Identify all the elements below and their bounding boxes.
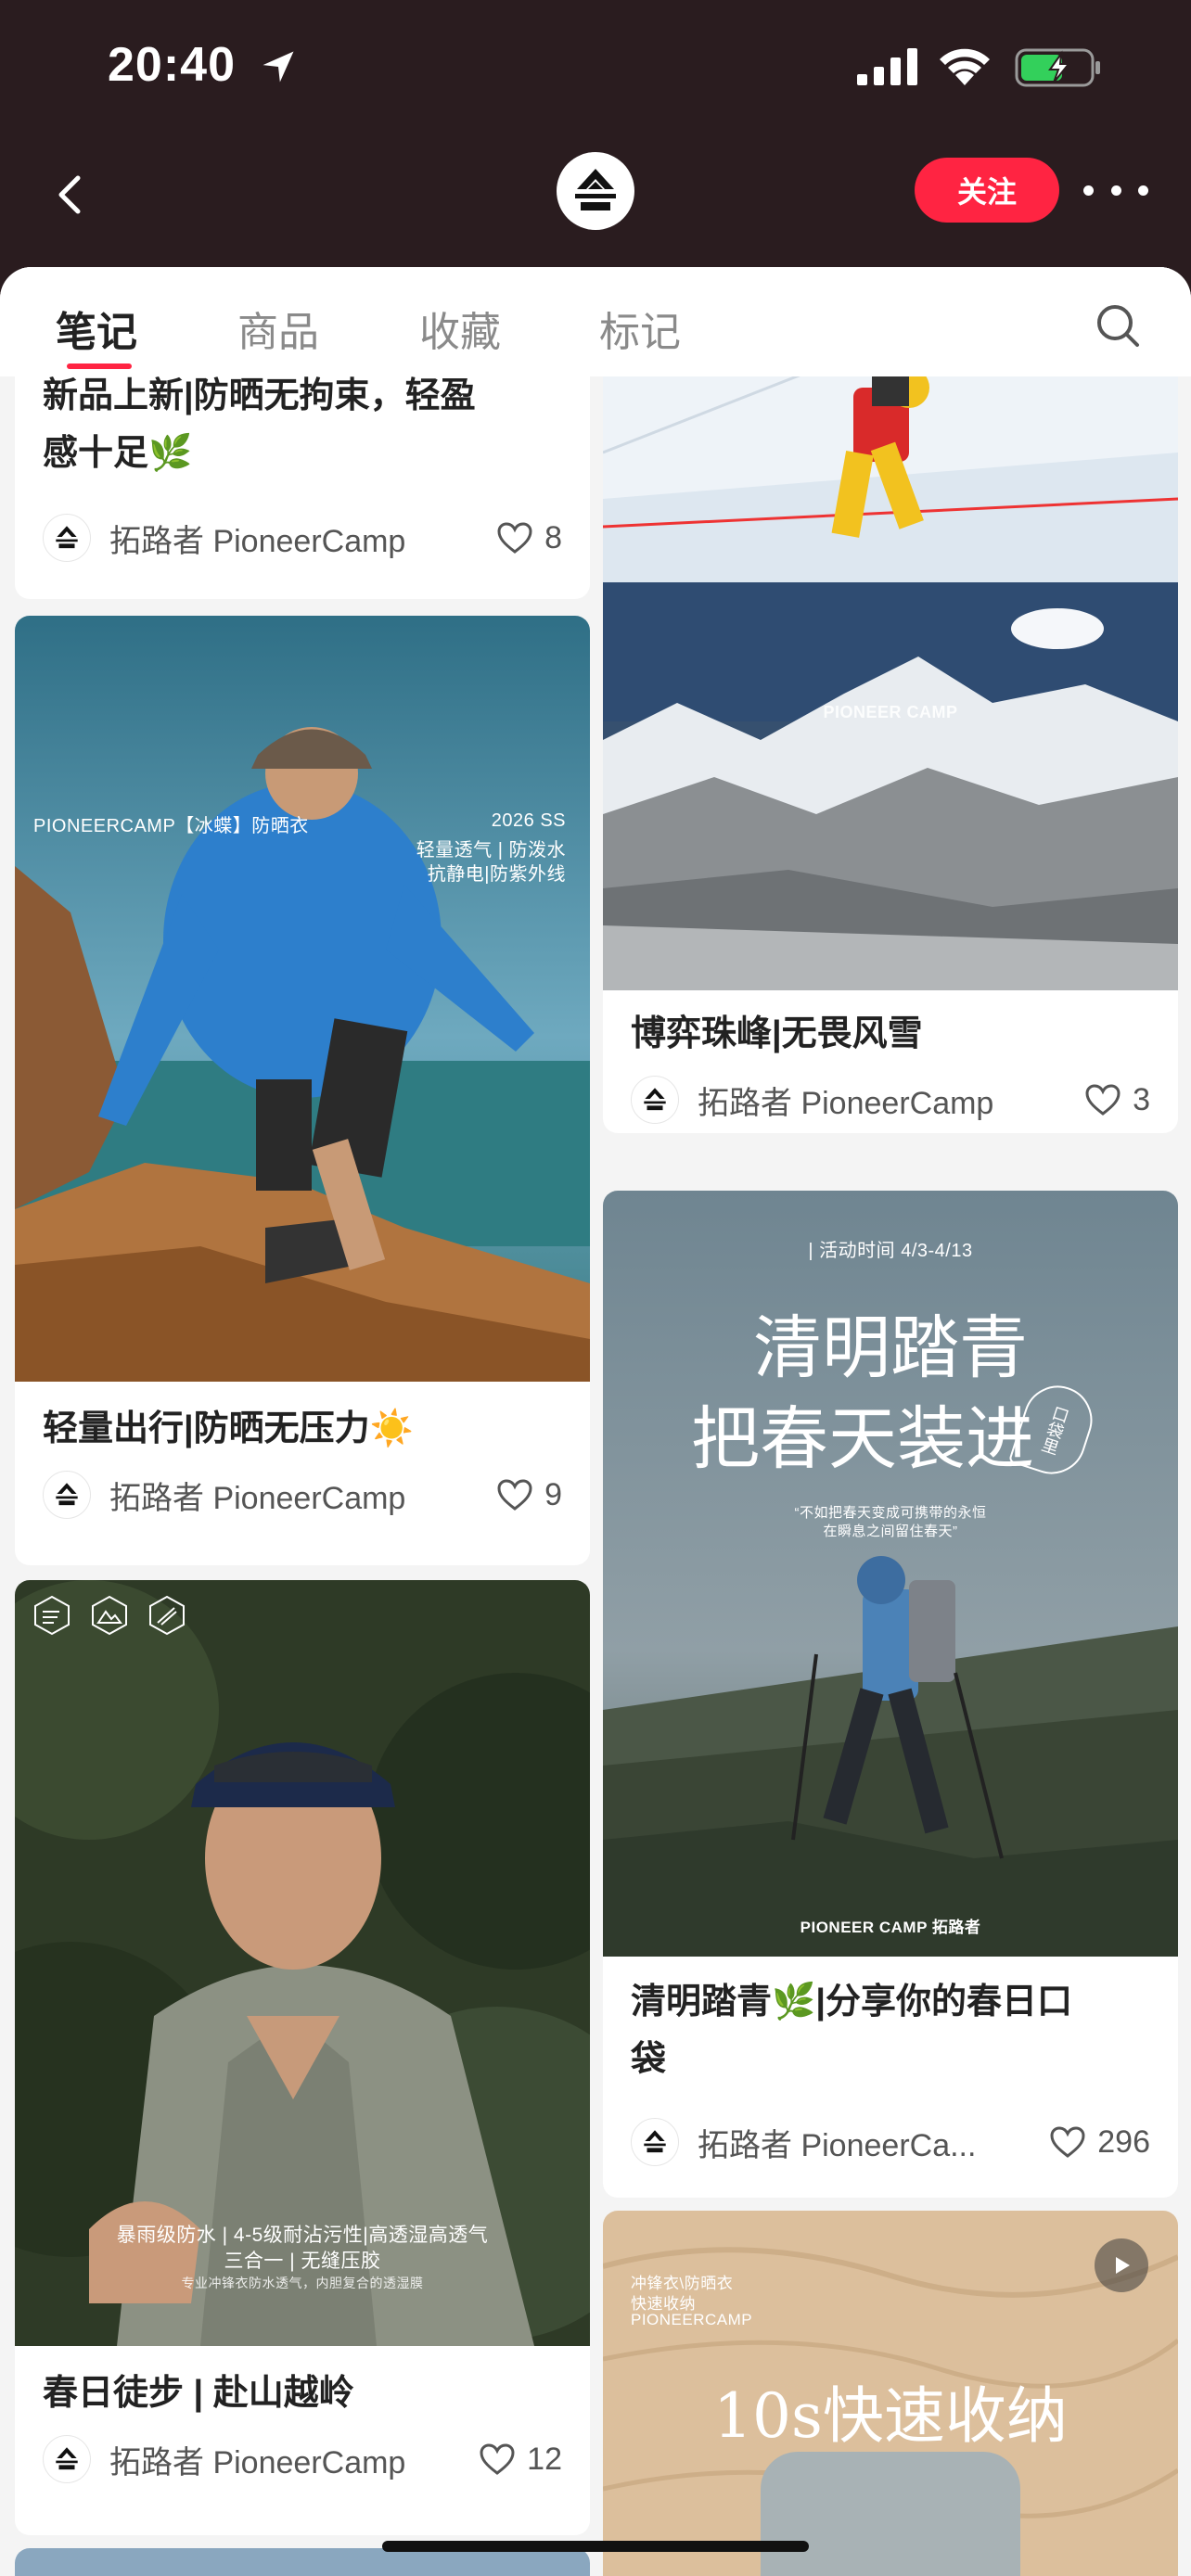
like-button[interactable]: 9 <box>496 1477 562 1513</box>
tab-favorites[interactable]: 收藏 <box>419 299 501 358</box>
note-card[interactable]: PIONEER CAMP 博弈珠峰|无畏风雪 拓路者 PioneerCamp 3 <box>603 267 1178 1133</box>
heart-icon <box>1085 1084 1121 1116</box>
location-arrow-icon <box>263 51 294 83</box>
note-cover-photo <box>15 616 590 1382</box>
like-count: 9 <box>544 1476 562 1512</box>
image-caption: 轻量透气 | 防泼水 <box>416 840 566 861</box>
author-name[interactable]: 拓路者 PioneerCamp <box>698 1078 1075 1123</box>
note-title-line: 清明踏青🌿|分享你的春日口 <box>631 1983 1072 2021</box>
image-caption: PIONEERCAMP【冰蝶】防晒衣 <box>33 816 309 836</box>
note-card[interactable]: PIONEERCAMP【冰蝶】防晒衣 2026 SS 轻量透气 | 防泼水 抗静… <box>15 616 590 1565</box>
image-watermark: PIONEER CAMP <box>823 703 958 721</box>
author-name[interactable]: 拓路者 PioneerCamp <box>109 2437 469 2482</box>
notes-feed: 笔记 商品 收藏 标记 新品上新|防晒无拘束，轻盈 感十足🌿 拓路者 Pione… <box>0 267 1191 2576</box>
note-title: 博弈珠峰|无畏风雪 <box>631 1014 923 1053</box>
image-caption: | 活动时间 4/3-4/13 <box>808 1241 973 1261</box>
note-meta: 拓路者 PioneerCamp 3 <box>631 1076 1150 1124</box>
status-bar: 20:40 <box>0 0 1191 139</box>
author-name[interactable]: 拓路者 PioneerCa... <box>698 2120 1040 2165</box>
brand-logo[interactable] <box>557 152 634 230</box>
note-meta: 拓路者 PioneerCa... 296 <box>631 2118 1150 2166</box>
like-button[interactable]: 8 <box>496 520 562 556</box>
more-options-icon[interactable] <box>1083 167 1148 213</box>
pioneercamp-logo-icon <box>575 169 616 210</box>
note-meta: 拓路者 PioneerCamp 12 <box>43 2435 562 2483</box>
play-icon <box>1116 2257 1130 2274</box>
home-indicator[interactable] <box>382 2541 809 2552</box>
like-count: 12 <box>527 2441 562 2477</box>
like-count: 8 <box>544 519 562 555</box>
avatar[interactable] <box>43 514 91 562</box>
image-caption: 专业冲锋衣防水透气，内胆复合的透湿膜 <box>181 2276 424 2290</box>
image-caption: 暴雨级防水 | 4-5级耐沾污性|高透湿高透气 <box>116 2225 489 2246</box>
mountain-badge-icon <box>92 1595 127 1636</box>
note-card[interactable] <box>15 2548 590 2576</box>
like-button[interactable]: 296 <box>1049 2124 1150 2161</box>
note-title: 新品上新|防晒无拘束，轻盈 感十足🌿 <box>15 367 504 482</box>
avatar[interactable] <box>43 1471 91 1519</box>
heart-icon <box>480 2443 515 2475</box>
like-button[interactable]: 3 <box>1084 1082 1150 1118</box>
image-caption: 三合一 | 无缝压胶 <box>224 2251 381 2272</box>
image-caption: “不如把春天变成可携带的永恒 <box>794 1505 987 1521</box>
image-headline: 10s快速收纳 <box>713 2380 1068 2452</box>
cellular-signal-icon <box>857 48 917 85</box>
image-caption: 2026 SS <box>491 810 566 831</box>
battery-charging-icon <box>1015 48 1100 87</box>
like-count: 296 <box>1097 2123 1150 2160</box>
pioneercamp-logo-icon <box>56 526 78 549</box>
heart-icon <box>1050 2126 1085 2158</box>
note-image: | 活动时间 4/3-4/13 清明踏青 把春天装进 口袋里 “不如把春天变成可… <box>603 1191 1178 1957</box>
layers-badge-icon <box>149 1595 185 1636</box>
note-image <box>15 2548 590 2576</box>
video-play-icon[interactable] <box>1095 2238 1148 2292</box>
image-headline: 清明踏青 <box>753 1308 1028 1388</box>
active-tab-indicator <box>67 363 132 369</box>
avatar[interactable] <box>631 1076 679 1124</box>
profile-header: 关注 <box>0 139 1191 269</box>
note-image: PIONEERCAMP【冰蝶】防晒衣 2026 SS 轻量透气 | 防泼水 抗静… <box>15 616 590 1382</box>
wifi-icon <box>940 48 990 85</box>
tab-marked[interactable]: 标记 <box>599 299 681 358</box>
pioneercamp-logo-icon <box>644 1088 666 1111</box>
heart-icon <box>497 1479 532 1511</box>
image-watermark: PIONEER CAMP 拓路者 <box>800 1919 981 1936</box>
status-time: 20:40 <box>108 38 236 92</box>
avatar[interactable] <box>631 2118 679 2166</box>
image-caption: PIONEERCAMP <box>631 2311 753 2328</box>
like-count: 3 <box>1133 1081 1150 1117</box>
image-caption: 在瞬息之间留住春天” <box>823 1524 958 1539</box>
heart-icon <box>497 522 532 554</box>
pocket-label: 口袋里 <box>1038 1403 1071 1457</box>
note-meta: 拓路者 PioneerCamp 9 <box>43 1471 562 1519</box>
profile-tabs: 笔记 商品 收藏 标记 <box>0 267 1191 376</box>
wind-badge-icon <box>34 1595 70 1636</box>
note-card[interactable]: 暴雨级防水 | 4-5级耐沾污性|高透湿高透气 三合一 | 无缝压胶 专业冲锋衣… <box>15 1580 590 2535</box>
image-caption: 抗静电|防紫外线 <box>427 864 566 885</box>
pioneercamp-logo-icon <box>56 1483 78 1506</box>
note-title: 清明踏青🌿|分享你的春日口 袋 <box>603 1973 1100 2088</box>
note-image: 暴雨级防水 | 4-5级耐沾污性|高透湿高透气 三合一 | 无缝压胶 专业冲锋衣… <box>15 1580 590 2346</box>
note-title-line: 袋 <box>631 2040 667 2079</box>
note-card[interactable]: 冲锋衣\防晒衣 快速收纳 PIONEERCAMP 10s快速收纳 <box>603 2211 1178 2576</box>
back-chevron-icon[interactable] <box>43 167 98 223</box>
pioneercamp-logo-icon <box>644 2130 666 2153</box>
pioneercamp-logo-icon <box>56 2447 78 2470</box>
like-button[interactable]: 12 <box>479 2442 562 2478</box>
note-title: 轻量出行|防晒无压力☀️ <box>43 1409 414 1448</box>
note-title: 春日徒步 | 赴山越岭 <box>43 2374 354 2413</box>
tab-notes[interactable]: 笔记 <box>56 299 137 358</box>
avatar[interactable] <box>43 2435 91 2483</box>
note-image: 冲锋衣\防晒衣 快速收纳 PIONEERCAMP 10s快速收纳 <box>603 2211 1178 2576</box>
author-name[interactable]: 拓路者 PioneerCamp <box>109 1473 487 1518</box>
note-card[interactable]: | 活动时间 4/3-4/13 清明踏青 把春天装进 口袋里 “不如把春天变成可… <box>603 1191 1178 2198</box>
search-icon[interactable] <box>1093 300 1145 352</box>
author-name[interactable]: 拓路者 PioneerCamp <box>109 516 487 561</box>
note-title-line: 感十足🌿 <box>43 434 193 473</box>
note-meta: 拓路者 PioneerCamp 8 <box>43 514 562 562</box>
follow-button[interactable]: 关注 <box>915 158 1059 223</box>
tab-products[interactable]: 商品 <box>237 299 319 358</box>
